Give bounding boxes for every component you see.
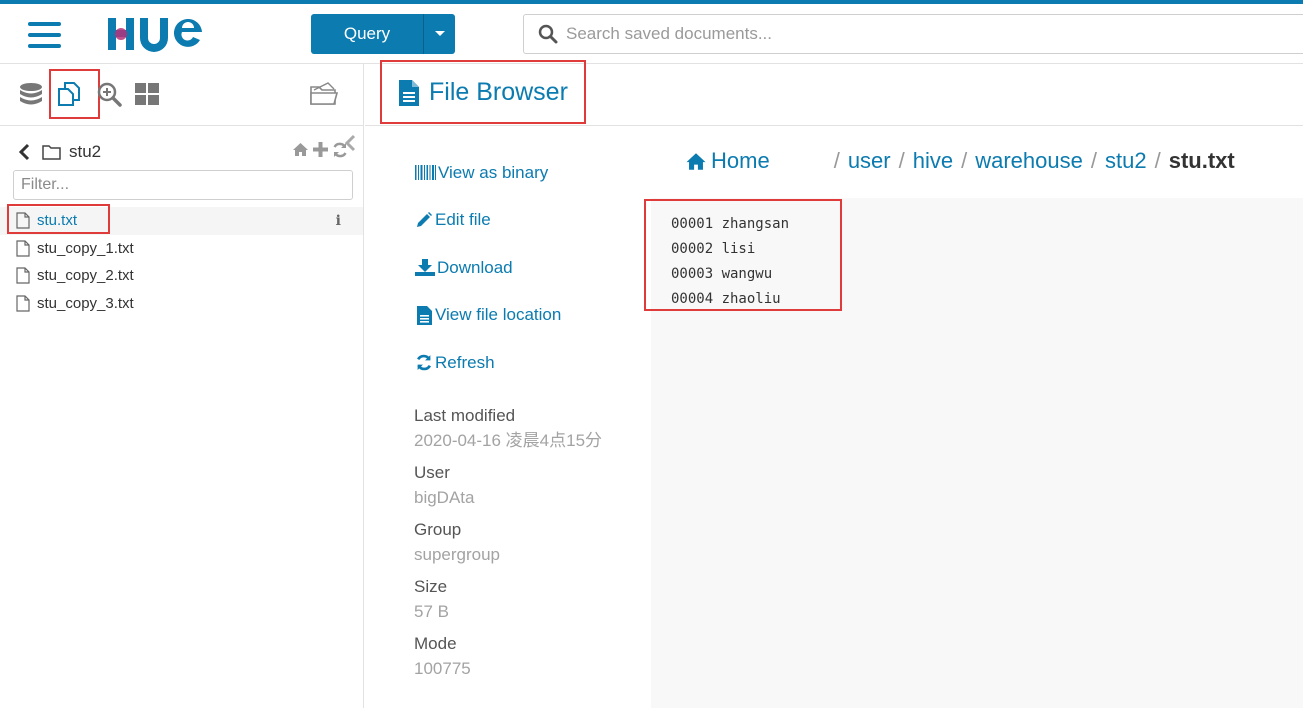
breadcrumb-user[interactable]: user <box>848 148 891 174</box>
folder-actions <box>292 142 348 158</box>
breadcrumb-separator: / <box>898 148 905 173</box>
user-label: User <box>414 463 450 482</box>
hue-logo-icon <box>108 18 202 52</box>
file-name: stu_copy_1.txt <box>37 239 134 257</box>
left-assist-panel: stu2 stu.txt i <box>0 64 364 708</box>
last-modified-label: Last modified <box>414 406 516 425</box>
selected-file-highlight <box>7 204 110 234</box>
pencil-icon <box>417 211 432 227</box>
file-icon <box>16 240 30 257</box>
breadcrumb: Home / user / hive / warehouse / stu2 / … <box>685 148 1295 174</box>
action-label: View file location <box>435 305 562 325</box>
file-name: stu_copy_2.txt <box>37 267 134 285</box>
size-label: Size <box>414 577 448 596</box>
hue-logo[interactable] <box>104 14 226 54</box>
last-modified-value: 2020-04-16 凌晨4点15分 <box>414 431 603 450</box>
breadcrumb-current: stu.txt <box>1168 148 1235 173</box>
query-button-group: Query <box>311 14 455 54</box>
edit-file-action[interactable]: Edit file <box>415 197 635 245</box>
barcode-icon <box>415 165 436 181</box>
view-file-location-action[interactable]: View file location <box>415 292 635 340</box>
refresh-action[interactable]: Refresh <box>415 339 635 387</box>
download-icon <box>415 259 435 277</box>
action-label: Download <box>437 257 513 277</box>
refresh-icon <box>416 355 432 371</box>
database-icon[interactable] <box>19 82 43 113</box>
search-input[interactable] <box>566 24 1266 44</box>
search-box <box>523 14 1303 54</box>
breadcrumb-stu2[interactable]: stu2 <box>1105 148 1147 174</box>
file-icon <box>16 295 30 312</box>
file-actions: View as binary Edit file Download View f… <box>415 149 635 387</box>
search-icon <box>538 24 558 44</box>
file-icon <box>417 305 432 325</box>
group-label: Group <box>414 520 462 539</box>
filter-input[interactable] <box>13 170 353 200</box>
search-plus-icon[interactable] <box>97 82 123 113</box>
breadcrumb-home[interactable]: Home <box>685 148 770 174</box>
file-name: stu_copy_3.txt <box>37 294 134 312</box>
mode-value: 100775 <box>414 659 471 678</box>
add-icon[interactable] <box>313 142 328 157</box>
home-icon[interactable] <box>292 142 309 157</box>
grid-icon[interactable] <box>135 83 159 110</box>
assist-tabs <box>0 64 363 126</box>
breadcrumb-separator: / <box>1154 148 1161 173</box>
file-icon <box>16 267 30 284</box>
query-button[interactable]: Query <box>311 14 424 54</box>
breadcrumb-separator: / <box>1090 148 1097 173</box>
action-label: View as binary <box>438 162 549 182</box>
file-browser-main: File Browser View as binary Edit file Do… <box>365 60 1303 708</box>
back-chevron-icon[interactable] <box>18 143 30 161</box>
info-icon[interactable]: i <box>336 213 341 229</box>
title-highlight <box>380 60 586 124</box>
file-item-stu-copy-3[interactable]: stu_copy_3.txt <box>0 290 363 318</box>
breadcrumb-home-label: Home <box>711 148 770 173</box>
breadcrumb-warehouse[interactable]: warehouse <box>975 148 1083 174</box>
home-icon <box>686 152 706 170</box>
view-as-binary-action[interactable]: View as binary <box>415 149 635 197</box>
mode-label: Mode <box>414 634 457 653</box>
collapse-chevron-icon[interactable] <box>344 134 356 157</box>
content-highlight <box>644 199 842 311</box>
open-folder-icon[interactable] <box>309 81 339 112</box>
top-navigation-bar: Query <box>0 4 1303 64</box>
action-label: Edit file <box>435 210 491 230</box>
folder-icon <box>42 145 61 160</box>
group-value: supergroup <box>414 545 501 564</box>
file-item-stu-copy-2[interactable]: stu_copy_2.txt <box>0 262 363 290</box>
user-value: bigDAta <box>414 488 475 507</box>
download-action[interactable]: Download <box>415 244 635 292</box>
file-metadata: Last modified 2020-04-16 凌晨4点15分 User bi… <box>414 403 614 688</box>
hamburger-menu-icon[interactable] <box>28 22 61 48</box>
breadcrumb-hive[interactable]: hive <box>913 148 953 174</box>
size-value: 57 B <box>414 602 449 621</box>
breadcrumb-separator: / <box>961 148 968 173</box>
breadcrumb-separator: / <box>833 148 840 173</box>
caret-down-icon[interactable] <box>424 14 455 54</box>
action-label: Refresh <box>435 352 495 372</box>
current-folder-name: stu2 <box>69 142 102 161</box>
main-header: File Browser <box>365 60 1303 126</box>
file-item-stu-copy-1[interactable]: stu_copy_1.txt <box>0 235 363 263</box>
files-tab-highlight <box>49 69 100 119</box>
